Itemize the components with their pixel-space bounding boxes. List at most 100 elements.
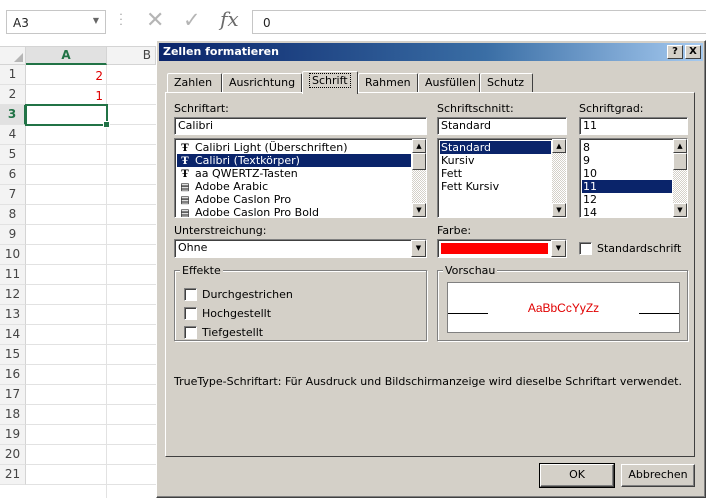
name-box[interactable]: A3 ▼ [6, 10, 106, 34]
font-item-qwertz[interactable]: Ŧaa QWERTZ-Tasten [177, 167, 411, 180]
ok-button[interactable]: OK [539, 463, 615, 488]
preview-title: Vorschau [443, 264, 498, 277]
row-header-3[interactable]: 3 [0, 105, 26, 125]
row-header-12[interactable]: 12 [0, 285, 26, 305]
select-all-corner[interactable] [0, 47, 26, 65]
font-item-adobe-arabic[interactable]: ▤ Adobe Arabic [177, 180, 411, 193]
row-header-6[interactable]: 6 [0, 165, 26, 185]
font-list-scrollbar[interactable]: ▲ ▼ [412, 139, 426, 217]
style-list[interactable]: Standard Kursiv Fett Fett Kursiv ▲ ▼ [437, 138, 567, 218]
font-item-calibri-light[interactable]: Ŧ Calibri Light (Überschriften) [177, 141, 411, 154]
scroll-up-icon[interactable]: ▲ [673, 139, 687, 153]
row-header-20[interactable]: 20 [0, 445, 26, 465]
tab-zahlen[interactable]: Zahlen [167, 73, 222, 93]
underline-select[interactable]: Ohne ▼ [174, 239, 427, 258]
row-header-15[interactable]: 15 [0, 345, 26, 365]
row-header-5[interactable]: 5 [0, 145, 26, 165]
size-list[interactable]: 8 9 10 11 12 14 ▲ ▼ [579, 138, 688, 218]
dialog-titlebar[interactable]: Zellen formatieren ? X [159, 43, 703, 61]
style-item-kursiv[interactable]: Kursiv [440, 154, 551, 167]
size-item-12[interactable]: 12 [582, 193, 672, 206]
grip-dots-icon: · · · [119, 8, 123, 31]
scroll-down-icon[interactable]: ▼ [552, 203, 566, 217]
size-item-8[interactable]: 8 [582, 141, 672, 154]
underline-value: Ohne [178, 241, 208, 254]
row-header-16[interactable]: 16 [0, 365, 26, 385]
size-input[interactable]: 11 [579, 117, 688, 135]
tab-ausfuellen[interactable]: Ausfüllen [418, 73, 480, 93]
cell-a3-selection[interactable] [25, 104, 110, 128]
tab-schrift[interactable]: Schrift [302, 71, 358, 94]
row-header-13[interactable]: 13 [0, 305, 26, 325]
tab-schutz[interactable]: Schutz [480, 73, 533, 93]
scroll-up-icon[interactable]: ▲ [412, 139, 426, 153]
effects-group: Effekte Durchgestrichen Hochgestellt Tie… [174, 264, 427, 341]
tab-ausrichtung[interactable]: Ausrichtung [222, 73, 302, 93]
preview-text: AaBbCcYyZz [527, 301, 600, 315]
help-button[interactable]: ? [667, 45, 683, 59]
tab-rahmen[interactable]: Rahmen [358, 73, 418, 93]
cell-a2[interactable]: 1 [26, 86, 107, 106]
row-header-9[interactable]: 9 [0, 225, 26, 245]
size-item-11[interactable]: 11 [582, 180, 672, 193]
style-item-standard[interactable]: Standard [440, 141, 551, 154]
chevron-down-icon[interactable]: ▼ [411, 240, 426, 257]
superscript-checkbox[interactable] [184, 307, 197, 320]
cell-grid[interactable] [26, 65, 156, 498]
color-swatch [441, 243, 548, 254]
fx-icon[interactable]: fx [220, 7, 239, 31]
cell-a1[interactable]: 2 [26, 66, 107, 86]
row-header-21[interactable]: 21 [0, 465, 26, 485]
cross-icon[interactable]: ✕ [146, 8, 164, 33]
strikethrough-checkbox[interactable] [184, 288, 197, 301]
row-header-17[interactable]: 17 [0, 385, 26, 405]
close-button[interactable]: X [685, 45, 701, 59]
preview-box: AaBbCcYyZz [447, 282, 680, 333]
row-header-4[interactable]: 4 [0, 125, 26, 145]
standard-font-checkbox[interactable] [579, 242, 592, 255]
color-select[interactable]: ▼ [437, 239, 567, 258]
chevron-down-icon[interactable]: ▼ [551, 240, 566, 257]
scroll-thumb[interactable] [673, 153, 687, 170]
scroll-up-icon[interactable]: ▲ [552, 139, 566, 153]
size-item-9[interactable]: 9 [582, 154, 672, 167]
style-input[interactable]: Standard [437, 117, 567, 135]
column-header-b[interactable]: B [107, 47, 156, 65]
row-header-11[interactable]: 11 [0, 265, 26, 285]
style-item-fett[interactable]: Fett [440, 167, 551, 180]
size-item-10[interactable]: 10 [582, 167, 672, 180]
font-item-adobe-caslon-bold[interactable]: ▤ Adobe Caslon Pro Bold [177, 206, 411, 217]
formula-input[interactable]: 0 [252, 10, 706, 34]
style-list-scrollbar[interactable]: ▲ ▼ [552, 139, 566, 217]
scroll-thumb[interactable] [412, 153, 426, 170]
subscript-checkbox[interactable] [184, 326, 197, 339]
checkmark-icon[interactable]: ✓ [183, 8, 201, 32]
cancel-button[interactable]: Abbrechen [621, 464, 695, 487]
column-header-a[interactable]: A [26, 47, 107, 65]
preview-group: Vorschau AaBbCcYyZz [437, 264, 688, 341]
scroll-down-icon[interactable]: ▼ [673, 203, 687, 217]
size-label: Schriftgrad: [579, 102, 644, 115]
size-list-scrollbar[interactable]: ▲ ▼ [673, 139, 687, 217]
row-header-2[interactable]: 2 [0, 85, 26, 105]
font-input[interactable]: Calibri [174, 117, 427, 135]
row-header-1[interactable]: 1 [0, 65, 26, 85]
style-item-fett-kursiv[interactable]: Fett Kursiv [440, 180, 551, 193]
font-item-adobe-caslon[interactable]: ▤ Adobe Caslon Pro [177, 193, 411, 206]
font-list[interactable]: Ŧ Calibri Light (Überschriften) Ŧ Calibri … [174, 138, 427, 218]
name-box-value: A3 [13, 16, 29, 30]
row-header-7[interactable]: 7 [0, 185, 26, 205]
schrift-panel: Schriftart: Schriftschnitt: Schriftgrad:… [165, 92, 695, 457]
scroll-down-icon[interactable]: ▼ [412, 203, 426, 217]
row-header-19[interactable]: 19 [0, 425, 26, 445]
color-label: Farbe: [437, 224, 472, 237]
row-header-10[interactable]: 10 [0, 245, 26, 265]
size-item-14[interactable]: 14 [582, 206, 672, 217]
standard-font-label: Standardschrift [597, 242, 682, 255]
effects-title: Effekte [180, 264, 223, 277]
row-header-8[interactable]: 8 [0, 205, 26, 225]
font-item-calibri-body[interactable]: Ŧ Calibri (Textkörper) [177, 154, 411, 167]
chevron-down-icon[interactable]: ▼ [93, 16, 99, 25]
row-header-14[interactable]: 14 [0, 325, 26, 345]
row-header-18[interactable]: 18 [0, 405, 26, 425]
